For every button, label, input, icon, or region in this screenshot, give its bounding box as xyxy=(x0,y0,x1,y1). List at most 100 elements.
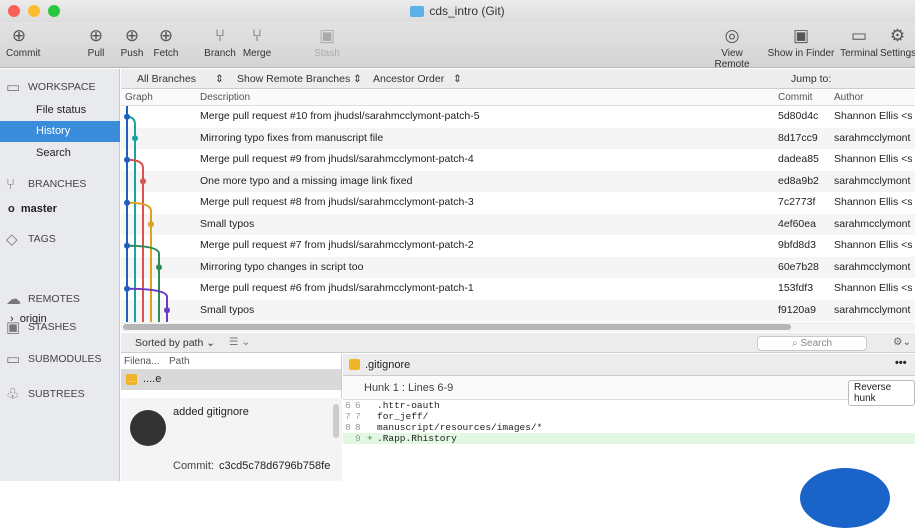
submodule-icon: ▭ xyxy=(6,351,21,368)
show-in-finder-button[interactable]: ▣ Show in Finder xyxy=(765,24,837,59)
show-remote-select[interactable]: Show Remote Branches xyxy=(237,73,350,85)
current-branch-icon: o xyxy=(8,203,15,215)
sidebar-section-stashes[interactable]: ▣ STASHES xyxy=(0,315,120,339)
commit-row[interactable]: Mirroring typo fixes from manuscript fil… xyxy=(121,127,915,149)
sidebar-section-subtrees[interactable]: ♧ SUBTREES xyxy=(0,382,120,406)
diff-line: 7 7 for_jeff/ xyxy=(343,411,915,422)
diff-text: .httr-oauth xyxy=(377,400,440,411)
commit-author: Shannon Ellis <s xyxy=(834,239,913,251)
commit-author: Shannon Ellis <s xyxy=(834,196,913,208)
commit-list: Merge pull request #10 from jhudsl/sarah… xyxy=(121,106,915,322)
sidebar-item-file-status[interactable]: File status xyxy=(0,100,120,121)
history-filter-bar: All Branches ⇕ Show Remote Branches ⇕ An… xyxy=(121,69,915,89)
column-graph[interactable]: Graph xyxy=(125,92,153,103)
view-remote-button[interactable]: ◎ View Remote xyxy=(703,24,761,70)
diff-line: 8 8 manuscript/resources/images/* xyxy=(343,422,915,433)
all-branches-select[interactable]: All Branches xyxy=(137,73,196,85)
branch-button[interactable]: ⑂ Branch xyxy=(204,24,236,59)
commit-commit: f9120a9 xyxy=(778,303,816,316)
minimize-window-icon[interactable] xyxy=(28,5,40,17)
updown-icon: ⇕ xyxy=(353,73,362,85)
column-author[interactable]: Author xyxy=(834,92,863,103)
commit-row[interactable]: Merge pull request #7 from jhudsl/sarahm… xyxy=(121,235,915,257)
diff-new: 8 xyxy=(355,422,361,433)
diff-text: manuscript/resources/images/* xyxy=(377,422,543,433)
sidebar-section-workspace[interactable]: ▭ WORKSPACE xyxy=(0,75,120,99)
sidebar-section-remotes[interactable]: ☁ REMOTES xyxy=(0,287,120,311)
stash-icon: ▣ xyxy=(6,319,21,336)
commit-commit: 4ef60ea xyxy=(778,217,816,230)
graph-commit-dot xyxy=(132,135,138,142)
scrollbar[interactable] xyxy=(333,404,339,438)
sidebar-section-branches[interactable]: ⑂ BRANCHES xyxy=(0,172,120,196)
commit-button[interactable]: ⊕ Commit xyxy=(6,24,40,59)
commit-author: sarahmcclymont xyxy=(834,303,911,316)
commit-commit: 7c2773f xyxy=(778,196,816,208)
cloud-icon: ☁ xyxy=(6,291,21,308)
sidebar-section-submodules[interactable]: ▭ SUBMODULES xyxy=(0,347,120,371)
commit-row[interactable]: Merge pull request #10 from jhudsl/sarah… xyxy=(121,106,915,128)
graph-branch-line xyxy=(126,287,168,322)
sort-select[interactable]: Sorted by path ⌄ xyxy=(135,337,215,349)
terminal-button[interactable]: ▭ Terminal xyxy=(838,24,880,59)
jump-to-label: Jump to: xyxy=(791,73,832,85)
toolbar: ⊕ Commit ⊕ Pull ⊕ Push ⊕ Fetch ⑂ Branch ⑂ Merg… xyxy=(0,22,915,70)
stash-icon: ▣ xyxy=(318,26,336,45)
zoom-window-icon[interactable] xyxy=(48,5,60,17)
commit-description: Mirroring typo fixes from manuscript fil… xyxy=(200,131,384,144)
scrollbar-thumb[interactable] xyxy=(123,324,791,330)
merge-button[interactable]: ⑂ Merge xyxy=(240,24,274,59)
sidebar-item-master[interactable]: o master xyxy=(0,199,120,220)
commit-commit: 60e7b28 xyxy=(778,260,819,273)
column-filename[interactable]: Filena... xyxy=(124,356,160,367)
column-commit[interactable]: Commit xyxy=(778,92,812,103)
commit-row[interactable]: Small typos 4ef60ea sarahmcclymont xyxy=(121,213,915,235)
commit-commit: 5d80d4c xyxy=(778,110,819,122)
file-row[interactable]: … ....e xyxy=(121,370,341,390)
title-bar: cds_intro (Git) xyxy=(0,0,915,22)
commit-row[interactable]: Small typos f9120a9 sarahmcclymont xyxy=(121,299,915,321)
commit-author: sarahmcclymont xyxy=(834,174,911,187)
column-path[interactable]: Path xyxy=(169,356,190,367)
commit-author: sarahmcclymont xyxy=(834,131,911,144)
commit-description: Merge pull request #9 from jhudsl/sarahm… xyxy=(200,153,474,165)
modified-file-icon xyxy=(349,359,360,370)
arrow-down-circle-icon: ⊕ xyxy=(88,26,104,45)
sidebar-item-history[interactable]: History xyxy=(0,121,120,142)
push-button[interactable]: ⊕ Push xyxy=(119,24,145,59)
fetch-button[interactable]: ⊕ Fetch xyxy=(151,24,181,59)
commit-label: Commit: xyxy=(173,460,214,472)
branch-icon: ⑂ xyxy=(6,175,16,193)
order-select[interactable]: Ancestor Order xyxy=(373,73,444,85)
files-toolbar: Sorted by path ⌄ ☰ ⌄ ⌕ Search ⚙⌄ xyxy=(121,333,915,353)
more-icon[interactable]: ••• xyxy=(895,357,907,369)
commit-author: sarahmcclymont xyxy=(834,217,911,230)
commit-row[interactable]: Mirroring typo changes in script too 60e7… xyxy=(121,256,915,278)
sidebar-section-tags[interactable]: ◇ TAGS xyxy=(0,227,120,251)
graph-commit-dot xyxy=(148,221,154,228)
close-window-icon[interactable] xyxy=(8,5,20,17)
commit-row[interactable]: One more typo and a missing image link f… xyxy=(121,170,915,192)
commit-hash: c3cd5c78d6796b758fe xyxy=(219,460,331,472)
commit-row[interactable]: Merge pull request #8 from jhudsl/sarahm… xyxy=(121,192,915,214)
graph-branch-line xyxy=(126,201,152,322)
column-description[interactable]: Description xyxy=(200,92,250,103)
subtree-icon: ♧ xyxy=(6,386,20,403)
diff-filename: .gitignore xyxy=(365,359,411,371)
stash-button[interactable]: ▣ Stash xyxy=(310,24,344,59)
settings-button[interactable]: ⚙ Settings xyxy=(880,24,915,59)
gear-icon[interactable]: ⚙⌄ xyxy=(893,336,911,348)
commit-row[interactable]: Merge pull request #6 from jhudsl/sarahm… xyxy=(121,278,915,300)
monitor-icon: ▭ xyxy=(6,79,21,96)
list-view-icon[interactable]: ☰ ⌄ xyxy=(229,336,250,348)
pull-button[interactable]: ⊕ Pull xyxy=(84,24,108,59)
commit-row[interactable]: Merge pull request #9 from jhudsl/sarahm… xyxy=(121,149,915,171)
graph-commit-dot xyxy=(124,285,130,292)
commit-message: added gitignore xyxy=(173,406,249,418)
sidebar-item-search[interactable]: Search xyxy=(0,143,120,164)
horizontal-scrollbar[interactable] xyxy=(121,322,915,332)
search-input[interactable]: ⌕ Search xyxy=(757,336,867,351)
tag-icon: ◇ xyxy=(6,231,18,248)
file-pane: Filena... Path … ....e added gitignore C… xyxy=(121,354,342,481)
commit-commit: 153fdf3 xyxy=(778,282,814,294)
